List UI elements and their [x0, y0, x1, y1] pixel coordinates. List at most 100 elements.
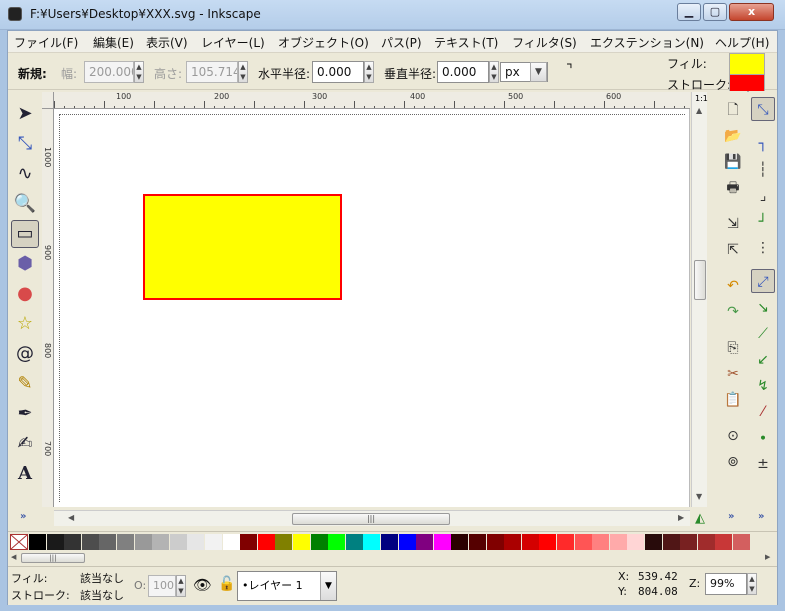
- vertical-scroll-thumb[interactable]: [694, 260, 706, 300]
- palette-swatch[interactable]: [433, 534, 451, 550]
- redo-icon[interactable]: ↷: [721, 299, 745, 323]
- new-document-icon[interactable]: 🗋: [721, 97, 745, 121]
- import-icon[interactable]: ⇲: [721, 211, 745, 235]
- height-spinner-arrows[interactable]: ▲ ▼: [238, 61, 248, 83]
- reset-corners-icon[interactable]: ⌝: [566, 62, 573, 78]
- palette-swatch[interactable]: [715, 534, 733, 550]
- palette-swatch[interactable]: [240, 534, 258, 550]
- menu-filter[interactable]: フィルタ(S): [512, 34, 577, 51]
- snap-bbox-corner-icon[interactable]: ⌟: [751, 183, 775, 207]
- eye-visibility-icon[interactable]: 👁: [193, 576, 212, 594]
- palette-swatch[interactable]: [592, 534, 610, 550]
- palette-swatch[interactable]: [504, 534, 522, 550]
- snap-cusp-icon[interactable]: ↙: [751, 347, 775, 371]
- scroll-left-arrow-icon[interactable]: ◀: [68, 513, 74, 522]
- palette-swatch[interactable]: [187, 534, 205, 550]
- ry-field[interactable]: 0.000: [437, 61, 489, 83]
- export-icon[interactable]: ⇱: [721, 237, 745, 261]
- snap-bbox-icon[interactable]: ┐: [751, 131, 775, 155]
- menu-path[interactable]: パス(P): [381, 34, 422, 51]
- minimize-button[interactable]: ▁: [677, 3, 701, 21]
- scroll-down-arrow-icon[interactable]: ▼: [696, 492, 702, 501]
- palette-swatch[interactable]: [398, 534, 416, 550]
- snap-center-icon[interactable]: ∙: [751, 425, 775, 449]
- zoom-field[interactable]: 99%: [705, 573, 747, 595]
- palette-swatch[interactable]: [733, 534, 750, 550]
- snap-toggle-icon[interactable]: ⤡: [751, 97, 775, 121]
- close-button[interactable]: x: [729, 3, 774, 21]
- palette-swatch[interactable]: [557, 534, 574, 550]
- palette-swatch[interactable]: [469, 534, 486, 550]
- scroll-up-arrow-icon[interactable]: ▲: [696, 106, 702, 115]
- snap-midpoint-icon[interactable]: ⁄: [751, 399, 775, 423]
- menu-extensions[interactable]: エクステンション(N): [590, 34, 704, 51]
- menu-file[interactable]: ファイル(F): [14, 34, 78, 51]
- no-paint-swatch[interactable]: [10, 534, 28, 550]
- palette-swatch[interactable]: [662, 534, 680, 550]
- palette-swatch[interactable]: [205, 534, 222, 550]
- menu-edit[interactable]: 編集(E): [93, 34, 134, 51]
- snap-bbox-center-icon[interactable]: ⋮: [751, 235, 775, 259]
- scroll-right-arrow-icon[interactable]: ▶: [678, 513, 684, 522]
- node-editor-icon[interactable]: ⤡: [11, 130, 39, 158]
- palette-swatch[interactable]: [29, 534, 46, 550]
- fill-swatch[interactable]: [729, 53, 765, 75]
- palette-swatch[interactable]: [275, 534, 293, 550]
- palette-swatch[interactable]: [381, 534, 398, 550]
- zoom-1to1-icon[interactable]: 1:1: [695, 94, 708, 103]
- palette-scroll-left-icon[interactable]: ◀: [11, 553, 16, 561]
- zoom-selection-icon[interactable]: ⊙: [721, 423, 745, 447]
- menu-view[interactable]: 表示(V): [146, 34, 188, 51]
- palette-swatch[interactable]: [169, 534, 187, 550]
- yellow-rectangle-shape[interactable]: [143, 194, 342, 300]
- menu-text[interactable]: テキスト(T): [434, 34, 498, 51]
- width-spinner-arrows[interactable]: ▲ ▼: [134, 61, 144, 83]
- opacity-spinner-arrows[interactable]: ▲ ▼: [176, 575, 186, 597]
- palette-swatch[interactable]: [257, 534, 275, 550]
- pen-bezier-icon[interactable]: ✒: [11, 400, 39, 428]
- calligraphy-icon[interactable]: ✍: [11, 430, 39, 458]
- palette-scroll-thumb[interactable]: |||: [21, 553, 85, 563]
- menu-layer[interactable]: レイヤー(L): [201, 34, 265, 51]
- palette-swatch[interactable]: [293, 534, 310, 550]
- rx-spinner-arrows[interactable]: ▲ ▼: [364, 61, 374, 83]
- palette-swatch[interactable]: [134, 534, 152, 550]
- palette-swatch[interactable]: [64, 534, 82, 550]
- spiral-icon[interactable]: @: [11, 340, 39, 368]
- snap-intersection-icon[interactable]: ⟋: [751, 321, 775, 345]
- selector-arrow-icon[interactable]: ➤: [11, 100, 39, 128]
- print-icon[interactable]: 🖶: [721, 175, 745, 199]
- palette-swatch[interactable]: [310, 534, 328, 550]
- zoom-icon[interactable]: 🔍: [11, 190, 39, 218]
- unlocked-padlock-icon[interactable]: 🔓: [218, 576, 235, 592]
- palette-swatch[interactable]: [46, 534, 64, 550]
- palette-swatch[interactable]: [222, 534, 240, 550]
- palette-swatch[interactable]: [627, 534, 645, 550]
- cut-icon[interactable]: ✂: [721, 361, 745, 385]
- palette-scrollbar[interactable]: ◀ ||| ▶: [8, 552, 777, 565]
- snap-rotation-center-icon[interactable]: ±: [751, 451, 775, 475]
- pencil-icon[interactable]: ✎: [11, 370, 39, 398]
- stroke-swatch[interactable]: [729, 74, 765, 92]
- tweak-icon[interactable]: ∿: [11, 160, 39, 188]
- open-file-icon[interactable]: 📂: [721, 123, 745, 147]
- snap-bbox-midpoint-icon[interactable]: ┘: [751, 209, 775, 233]
- height-field[interactable]: 105.714: [186, 61, 238, 83]
- drawing-canvas[interactable]: [54, 109, 690, 507]
- undo-icon[interactable]: ↶: [721, 273, 745, 297]
- rectangle-icon[interactable]: ▭: [11, 220, 39, 248]
- zoom-spinner-arrows[interactable]: ▲ ▼: [747, 573, 757, 595]
- snap-more-icon[interactable]: »: [758, 511, 764, 522]
- horizontal-scrollbar[interactable]: ◀ ||| ▶: [54, 510, 690, 526]
- palette-swatch[interactable]: [328, 534, 346, 550]
- palette-swatch[interactable]: [345, 534, 363, 550]
- menu-object[interactable]: オブジェクト(O): [278, 34, 369, 51]
- copy-icon[interactable]: ⎘: [721, 335, 745, 359]
- palette-swatch[interactable]: [609, 534, 627, 550]
- text-icon[interactable]: A: [11, 460, 39, 488]
- layer-dropdown-arrow[interactable]: ▼: [320, 572, 336, 600]
- star-icon[interactable]: ☆: [11, 310, 39, 338]
- palette-swatch[interactable]: [574, 534, 592, 550]
- palette-swatch[interactable]: [416, 534, 434, 550]
- palette-swatch[interactable]: [451, 534, 469, 550]
